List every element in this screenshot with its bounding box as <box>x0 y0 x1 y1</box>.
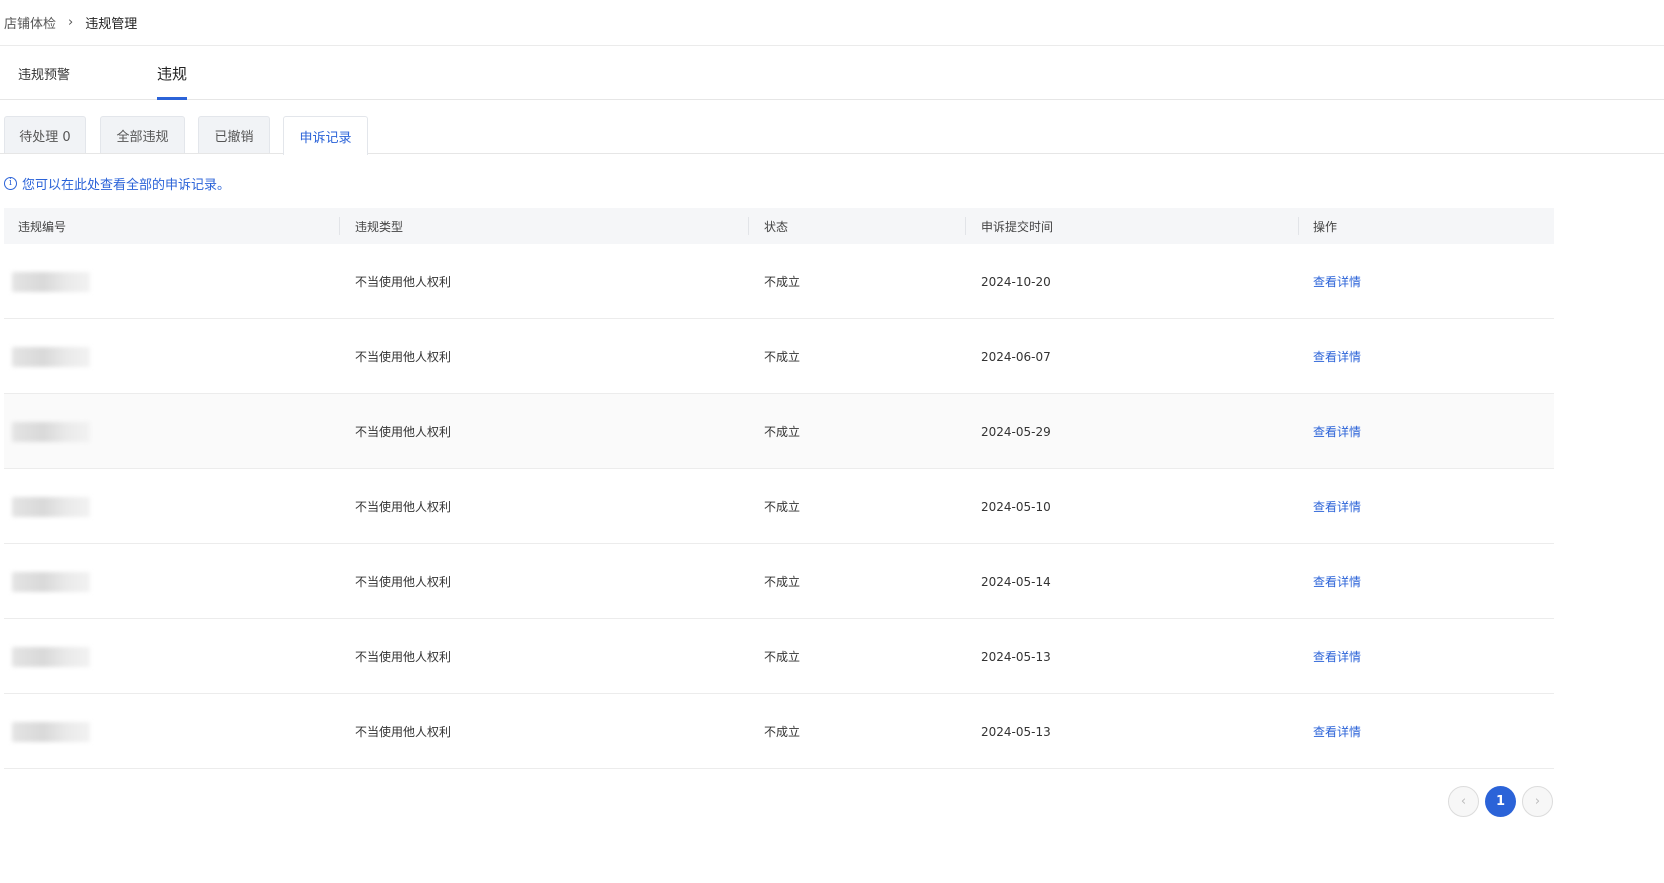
column-divider <box>339 217 340 235</box>
view-details-link[interactable]: 查看详情 <box>1313 694 1361 769</box>
view-details-link[interactable]: 查看详情 <box>1313 469 1361 544</box>
status: 不成立 <box>764 350 801 364</box>
masked-violation-id <box>12 721 90 742</box>
view-details-link[interactable]: 查看详情 <box>1313 394 1361 469</box>
table-row: 不当使用他人权利 不成立 2024-05-10 查看详情 <box>4 469 1554 544</box>
submit-date: 2024-05-29 <box>981 424 1051 439</box>
chevron-right-icon: › <box>68 15 74 30</box>
table-row: 不当使用他人权利 不成立 2024-06-07 查看详情 <box>4 319 1554 394</box>
status: 不成立 <box>764 500 801 514</box>
violation-type: 不当使用他人权利 <box>355 350 452 364</box>
masked-violation-id <box>12 421 90 442</box>
table-row: 不当使用他人权利 不成立 2024-10-20 查看详情 <box>4 244 1554 319</box>
tab-all-violations[interactable]: 全部违规 <box>100 116 185 153</box>
violation-type: 不当使用他人权利 <box>355 575 452 589</box>
tab-violation-warning[interactable]: 违规预警 <box>18 46 70 100</box>
masked-violation-id <box>12 646 90 667</box>
table-row: 不当使用他人权利 不成立 2024-05-13 查看详情 <box>4 694 1554 769</box>
submit-date: 2024-05-10 <box>981 499 1051 514</box>
violation-type: 不当使用他人权利 <box>355 500 452 514</box>
column-divider <box>748 217 749 235</box>
header-status: 状态 <box>764 219 789 234</box>
chevron-left-icon[interactable]: ‹ <box>1448 786 1479 817</box>
violation-type: 不当使用他人权利 <box>355 725 452 739</box>
submit-date: 2024-10-20 <box>981 274 1051 289</box>
submit-date: 2024-05-13 <box>981 649 1051 664</box>
info-icon: i <box>4 176 17 190</box>
violation-type: 不当使用他人权利 <box>355 650 452 664</box>
column-divider <box>965 217 966 235</box>
status: 不成立 <box>764 725 801 739</box>
primary-tabs: 违规预警 违规 <box>0 46 1664 100</box>
page-button-current[interactable]: 1 <box>1485 786 1516 817</box>
submit-date: 2024-05-14 <box>981 574 1051 589</box>
appeal-records-table: 违规编号 违规类型 状态 申诉提交时间 操作 不当使用他人权利 不成立 2024… <box>4 208 1554 769</box>
header-violation-type: 违规类型 <box>355 219 404 234</box>
header-violation-id: 违规编号 <box>18 219 67 234</box>
status: 不成立 <box>764 575 801 589</box>
tab-pending[interactable]: 待处理 0 <box>4 116 86 153</box>
breadcrumb: 店铺体检 › 违规管理 <box>0 0 1664 46</box>
view-details-link[interactable]: 查看详情 <box>1313 319 1361 394</box>
violation-type: 不当使用他人权利 <box>355 425 452 439</box>
card-tabs: 待处理 0 全部违规 已撤销 申诉记录 <box>0 116 1664 155</box>
pagination: ‹ 1 › <box>1448 786 1559 817</box>
breadcrumb-current: 违规管理 <box>85 17 138 32</box>
status: 不成立 <box>764 425 801 439</box>
submit-date: 2024-06-07 <box>981 349 1051 364</box>
table-row: 不当使用他人权利 不成立 2024-05-14 查看详情 <box>4 544 1554 619</box>
masked-violation-id <box>12 496 90 517</box>
tab-appeal-records[interactable]: 申诉记录 <box>283 116 368 155</box>
view-details-link[interactable]: 查看详情 <box>1313 619 1361 694</box>
masked-violation-id <box>12 571 90 592</box>
column-divider <box>1298 217 1299 235</box>
view-details-link[interactable]: 查看详情 <box>1313 244 1361 319</box>
table-header: 违规编号 违规类型 状态 申诉提交时间 操作 <box>4 208 1554 244</box>
masked-violation-id <box>12 346 90 367</box>
view-details-link[interactable]: 查看详情 <box>1313 544 1361 619</box>
violation-type: 不当使用他人权利 <box>355 275 452 289</box>
submit-date: 2024-05-13 <box>981 724 1051 739</box>
chevron-right-icon[interactable]: › <box>1522 786 1553 817</box>
table-row: 不当使用他人权利 不成立 2024-05-13 查看详情 <box>4 619 1554 694</box>
tab-revoked[interactable]: 已撤销 <box>198 116 270 153</box>
status: 不成立 <box>764 275 801 289</box>
masked-violation-id <box>12 271 90 292</box>
breadcrumb-parent[interactable]: 店铺体检 <box>4 13 56 32</box>
info-notice: i 您可以在此处查看全部的申诉记录。 <box>4 173 230 193</box>
table-row: 不当使用他人权利 不成立 2024-05-29 查看详情 <box>4 394 1554 469</box>
notice-text: 您可以在此处查看全部的申诉记录。 <box>22 177 231 193</box>
header-submit-time: 申诉提交时间 <box>981 219 1054 234</box>
status: 不成立 <box>764 650 801 664</box>
tab-violation[interactable]: 违规 <box>157 46 188 100</box>
header-action: 操作 <box>1313 219 1338 234</box>
